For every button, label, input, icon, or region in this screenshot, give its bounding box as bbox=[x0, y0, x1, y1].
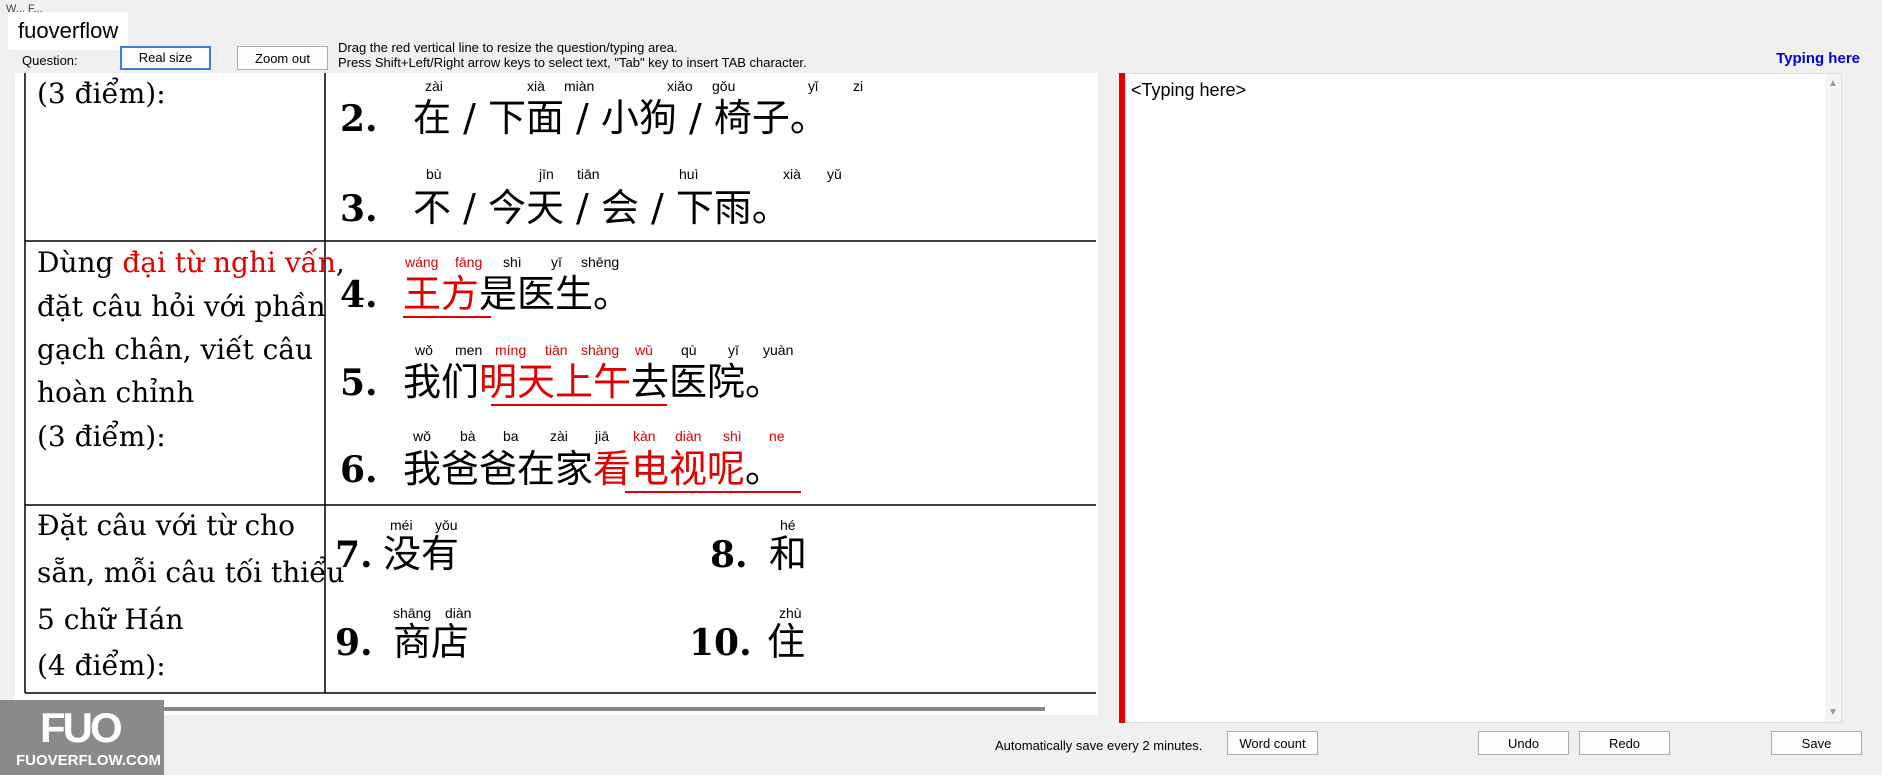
pinyin: jiā bbox=[594, 428, 609, 444]
pinyin: bà bbox=[460, 428, 476, 444]
item-5-number: 5. bbox=[340, 362, 378, 404]
pinyin: yǐ bbox=[808, 78, 819, 94]
item-10-number: 10. bbox=[689, 622, 752, 664]
pinyin: zhù bbox=[779, 605, 802, 621]
pinyin: men bbox=[455, 342, 482, 358]
real-size-button[interactable]: Real size bbox=[120, 46, 211, 70]
pinyin: huì bbox=[679, 166, 698, 182]
pinyin: tiān bbox=[577, 166, 600, 182]
pinyin: shì bbox=[503, 254, 522, 270]
item-10-text: 住 bbox=[767, 620, 805, 664]
item-8-text: 和 bbox=[769, 532, 807, 576]
pinyin: qù bbox=[681, 342, 697, 358]
row3-line1: Đặt câu với từ cho bbox=[37, 509, 295, 542]
item-6-number: 6. bbox=[340, 449, 378, 491]
typing-here-title: Typing here bbox=[1776, 50, 1860, 67]
pinyin: ne bbox=[769, 428, 785, 444]
logo-site: FUOVERFLOW.COM bbox=[16, 752, 161, 769]
pinyin: xià bbox=[527, 78, 545, 94]
item-8-number: 8. bbox=[710, 534, 748, 576]
pinyin: diàn bbox=[445, 605, 471, 621]
row2-line1: Dùng đại từ nghi vấn, bbox=[37, 246, 345, 279]
row1-points: (3 điểm): bbox=[37, 77, 166, 110]
pinyin: wáng bbox=[404, 254, 438, 270]
pinyin: yī bbox=[728, 342, 739, 358]
row3-line2: sẵn, mỗi câu tối thiểu bbox=[37, 556, 344, 589]
row3-line4: (4 điểm): bbox=[37, 649, 166, 682]
question-image: (3 điểm): Dùng đại từ nghi vấn, đặt câu … bbox=[24, 73, 1096, 711]
autosave-status: Automatically save every 2 minutes. bbox=[995, 738, 1203, 753]
scroll-up-icon[interactable]: ▲ bbox=[1828, 78, 1838, 89]
row2-line3: gạch chân, viết câu bbox=[37, 333, 313, 366]
item-9-text: 商店 bbox=[393, 620, 469, 664]
instruction-line-2: Press Shift+Left/Right arrow keys to sel… bbox=[338, 55, 807, 70]
save-button[interactable]: Save bbox=[1771, 731, 1862, 755]
pinyin: jīn bbox=[538, 166, 554, 182]
fuoverflow-logo: FUO FUOVERFLOW.COM bbox=[0, 700, 164, 775]
pinyin: kàn bbox=[633, 428, 656, 444]
item-4-number: 4. bbox=[340, 274, 378, 316]
instructions: Drag the red vertical line to resize the… bbox=[338, 40, 807, 70]
pinyin: tiān bbox=[545, 342, 568, 358]
pinyin: diàn bbox=[675, 428, 701, 444]
pinyin: zài bbox=[425, 78, 443, 94]
word-count-button[interactable]: Word count bbox=[1227, 731, 1318, 755]
pinyin: yī bbox=[551, 254, 562, 270]
typing-vertical-scrollbar[interactable]: ▲ ▼ bbox=[1825, 74, 1841, 722]
pinyin: míng bbox=[495, 342, 526, 358]
pinyin: bù bbox=[426, 166, 442, 182]
undo-button[interactable]: Undo bbox=[1478, 731, 1569, 755]
pinyin: wǔ bbox=[634, 342, 653, 358]
pinyin: yǒu bbox=[435, 517, 458, 533]
typing-placeholder: <Typing here> bbox=[1131, 80, 1247, 100]
brand-label: fuoverflow bbox=[8, 12, 129, 50]
typing-area[interactable]: <Typing here> ▲ ▼ bbox=[1125, 73, 1842, 723]
pinyin: shàng bbox=[581, 342, 619, 358]
question-label: Question: bbox=[22, 53, 78, 68]
row2-line5: (3 điểm): bbox=[37, 420, 166, 453]
pinyin: méi bbox=[390, 517, 413, 533]
scroll-down-icon[interactable]: ▼ bbox=[1828, 707, 1838, 718]
pinyin: wǒ bbox=[412, 428, 431, 444]
redo-button[interactable]: Redo bbox=[1579, 731, 1670, 755]
pinyin: xiǎo bbox=[667, 78, 693, 94]
pinyin: fāng bbox=[455, 254, 482, 270]
pinyin: zài bbox=[550, 428, 568, 444]
pinyin: yuàn bbox=[763, 342, 793, 358]
instruction-line-1: Drag the red vertical line to resize the… bbox=[338, 40, 678, 55]
item-6-text: 我爸爸在家看电视呢。 bbox=[403, 447, 783, 491]
item-3-number: 3. bbox=[340, 188, 378, 230]
item-7-number: 7. bbox=[335, 534, 373, 576]
logo-mark: FUO bbox=[40, 704, 123, 751]
pinyin: zi bbox=[853, 78, 863, 94]
row2-line4: hoàn chỉnh bbox=[37, 376, 194, 409]
question-viewer[interactable]: (3 điểm): Dùng đại từ nghi vấn, đặt câu … bbox=[15, 73, 1098, 715]
item-3-text: 不 / 今天 / 会 / 下雨。 bbox=[413, 186, 790, 230]
pinyin: xià bbox=[783, 166, 801, 182]
item-7-text: 没有 bbox=[383, 532, 459, 576]
pinyin: hé bbox=[780, 517, 796, 533]
pinyin: shì bbox=[723, 428, 742, 444]
pinyin: ba bbox=[503, 428, 519, 444]
item-5-text: 我们明天上午去医院。 bbox=[403, 360, 783, 404]
pinyin: yǔ bbox=[827, 166, 842, 182]
pinyin: wǒ bbox=[414, 342, 433, 358]
pinyin: shāng bbox=[393, 605, 431, 621]
row3-line3: 5 chữ Hán bbox=[37, 603, 184, 636]
item-9-number: 9. bbox=[335, 622, 373, 664]
question-horizontal-scrollbar[interactable] bbox=[35, 707, 1045, 711]
item-2-text: 在 / 下面 / 小狗 / 椅子。 bbox=[413, 96, 828, 140]
pinyin: gǒu bbox=[712, 78, 735, 94]
row2-line2: đặt câu hỏi với phần bbox=[37, 290, 326, 323]
pinyin: miàn bbox=[564, 78, 594, 94]
zoom-out-button[interactable]: Zoom out bbox=[237, 46, 328, 70]
item-2-number: 2. bbox=[340, 98, 378, 140]
item-4-text: 王方是医生。 bbox=[403, 272, 631, 316]
pinyin: shēng bbox=[581, 254, 619, 270]
